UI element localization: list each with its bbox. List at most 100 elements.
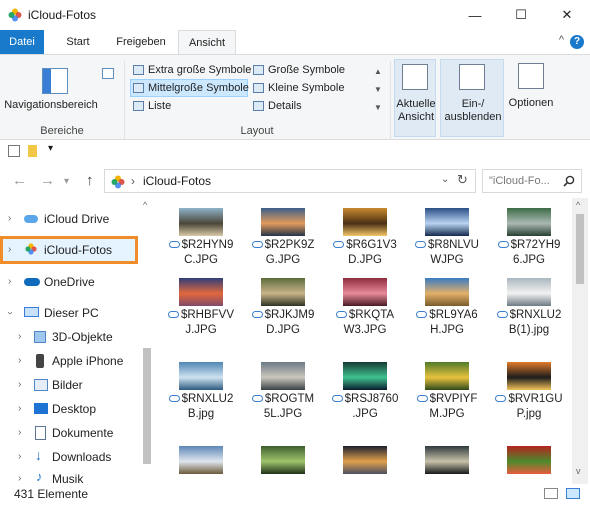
layout-option-small[interactable]: Kleine Symbole <box>250 79 368 97</box>
small-icons-icon <box>253 83 264 93</box>
file-grid-scrollbar-thumb[interactable] <box>576 214 584 284</box>
nav-item-icloud-drive[interactable]: › iCloud Drive <box>0 208 138 230</box>
address-history-icon[interactable]: ⌄ <box>441 174 449 185</box>
large-icons-view-toggle-icon[interactable] <box>566 488 580 499</box>
photo-thumbnail <box>425 446 469 474</box>
gallery-more-icon[interactable]: ▼ <box>372 99 384 117</box>
layout-option-medium[interactable]: Mittelgroße Symbole <box>130 79 249 97</box>
cloud-status-icon <box>168 241 180 248</box>
recent-locations-icon[interactable]: ▾ <box>64 176 69 187</box>
file-name-line-2: P.jpg <box>516 408 542 420</box>
expand-chevron-icon[interactable]: › <box>18 326 21 348</box>
collapse-ribbon-icon[interactable]: ^ <box>559 34 564 46</box>
nav-item-onedrive[interactable]: › OneDrive <box>0 271 138 293</box>
expand-chevron-icon[interactable]: › <box>18 374 21 396</box>
help-icon[interactable]: ? <box>570 35 584 49</box>
layout-gallery-scroll[interactable]: ▲ ▼ ▼ <box>372 63 384 119</box>
tab-freigeben[interactable]: Freigeben <box>110 30 172 54</box>
file-item[interactable]: $RVPIYF M.JPG <box>404 352 486 436</box>
file-item[interactable] <box>404 436 486 484</box>
file-item[interactable] <box>322 436 404 484</box>
nav-item-musik[interactable]: › ♪ Musik <box>0 468 138 485</box>
current-view-button[interactable]: Aktuelle Ansicht <box>394 59 436 137</box>
file-item[interactable]: $RHBFVV J.JPG <box>158 268 240 352</box>
file-grid-scrollbar[interactable]: ^ v <box>572 198 588 484</box>
file-item[interactable] <box>158 436 240 484</box>
nav-item-3d-objekte[interactable]: › 3D-Objekte <box>0 326 138 348</box>
navigation-pane-button[interactable]: Navigationsbereich <box>4 59 98 121</box>
documents-icon <box>35 426 46 440</box>
breadcrumb[interactable]: iCloud-Fotos <box>143 174 211 188</box>
nav-item-desktop[interactable]: › Desktop <box>0 398 138 420</box>
expand-chevron-icon[interactable]: › <box>8 239 11 261</box>
scroll-up-icon[interactable]: ^ <box>143 200 147 210</box>
file-item[interactable]: $RJKJM9 D.JPG <box>240 268 322 352</box>
file-item[interactable]: $RSJ8760 .JPG <box>322 352 404 436</box>
layout-option-large[interactable]: Große Symbole <box>250 61 368 79</box>
search-icon[interactable] <box>563 175 575 187</box>
file-name: $RSJ8760 .JPG <box>322 392 408 422</box>
music-icon: ♪ <box>36 469 43 484</box>
file-item[interactable]: $RVR1GU P.jpg <box>486 352 568 436</box>
nav-item-icloud-fotos[interactable]: › iCloud-Fotos <box>0 236 138 264</box>
new-folder-icon[interactable] <box>28 145 37 157</box>
layout-option-label: Liste <box>148 100 172 112</box>
layout-option-details[interactable]: Details <box>250 97 368 115</box>
back-arrow-icon[interactable]: ← <box>12 172 27 189</box>
preview-pane-button[interactable] <box>100 65 118 83</box>
expand-chevron-icon[interactable]: › <box>18 398 21 420</box>
expand-chevron-icon[interactable]: › <box>18 468 21 484</box>
tab-start[interactable]: Start <box>56 30 100 54</box>
navigation-scrollbar[interactable]: ^ <box>140 198 154 484</box>
file-item[interactable]: $ROGTM 5L.JPG <box>240 352 322 436</box>
show-hide-button[interactable]: Ein-/ ausblenden <box>440 59 504 137</box>
file-name: $R6G1V3 D.JPG <box>322 238 408 268</box>
properties-checkbox-icon[interactable] <box>8 145 20 157</box>
scroll-down-icon[interactable]: v <box>576 466 581 476</box>
file-item[interactable]: $RL9YA6 H.JPG <box>404 268 486 352</box>
file-name: $ROGTM 5L.JPG <box>240 392 326 422</box>
customize-toolbar-icon[interactable]: ▾ <box>48 143 53 154</box>
quick-access-toolbar: ▾ <box>0 140 590 164</box>
close-button[interactable]: ✕ <box>544 0 590 30</box>
layout-option-list[interactable]: Liste <box>130 97 248 115</box>
nav-item-downloads[interactable]: › ↓ Downloads <box>0 446 138 468</box>
breadcrumb-chevron-icon[interactable]: › <box>131 174 135 188</box>
cloud-status-icon <box>251 395 263 402</box>
cloud-icon <box>24 215 38 223</box>
file-name-line-2: D.JPG <box>266 324 300 336</box>
nav-item-dokumente[interactable]: › Dokumente <box>0 422 138 444</box>
gallery-up-icon[interactable]: ▲ <box>372 63 384 81</box>
gallery-down-icon[interactable]: ▼ <box>372 81 384 99</box>
layout-option-label: Mittelgroße Symbole <box>148 82 249 94</box>
search-input[interactable]: "iCloud-Fo... <box>482 169 582 193</box>
expand-chevron-icon[interactable]: › <box>18 422 21 444</box>
layout-option-extra-large[interactable]: Extra große Symbole <box>130 61 251 79</box>
refresh-icon[interactable]: ↻ <box>457 172 468 188</box>
up-arrow-icon[interactable]: ↑ <box>86 172 94 189</box>
expand-chevron-icon[interactable]: › <box>8 271 11 293</box>
file-item[interactable] <box>240 436 322 484</box>
nav-item-dieser-pc[interactable]: › Dieser PC <box>0 302 138 324</box>
forward-arrow-icon[interactable]: → <box>40 172 55 189</box>
nav-item-bilder[interactable]: › Bilder <box>0 374 138 396</box>
nav-item-apple-iphone[interactable]: › Apple iPhone <box>0 350 138 372</box>
scroll-up-icon[interactable]: ^ <box>576 200 580 210</box>
options-button[interactable]: Optionen <box>506 59 556 121</box>
collapse-chevron-icon[interactable]: › <box>0 311 21 314</box>
file-item[interactable]: $RNXLU2 B.jpg <box>158 352 240 436</box>
file-item[interactable]: $RNXLU2 B(1).jpg <box>486 268 568 352</box>
expand-chevron-icon[interactable]: › <box>8 208 11 230</box>
expand-chevron-icon[interactable]: › <box>18 446 21 468</box>
tab-ansicht[interactable]: Ansicht <box>178 30 236 55</box>
navigation-pane-icon <box>42 68 68 94</box>
maximize-button[interactable]: ☐ <box>498 0 544 30</box>
file-item[interactable]: $RKQTA W3.JPG <box>322 268 404 352</box>
address-bar[interactable]: › iCloud-Fotos ⌄ ↻ <box>104 169 476 193</box>
navigation-scrollbar-thumb[interactable] <box>143 348 151 464</box>
file-item[interactable] <box>486 436 568 484</box>
minimize-button[interactable]: — <box>452 0 498 30</box>
expand-chevron-icon[interactable]: › <box>18 350 21 372</box>
tab-datei[interactable]: Datei <box>0 30 44 54</box>
details-view-toggle-icon[interactable] <box>544 488 558 499</box>
